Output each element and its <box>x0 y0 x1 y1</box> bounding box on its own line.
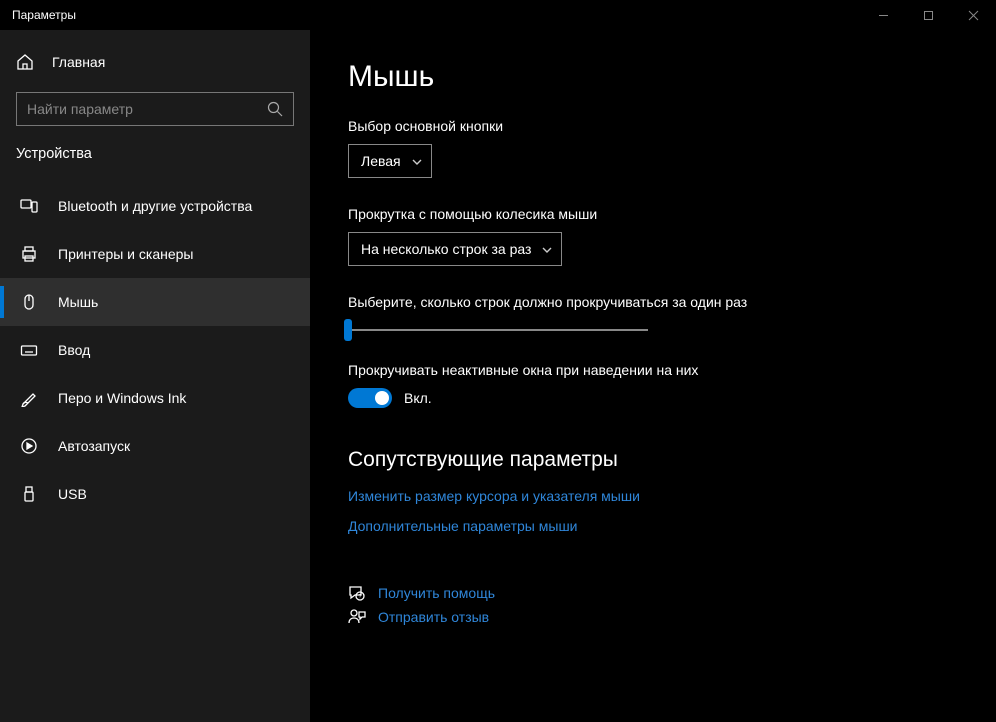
sidebar-item-bluetooth[interactable]: Bluetooth и другие устройства <box>0 182 310 230</box>
slider-track <box>348 329 648 331</box>
search-input[interactable] <box>27 101 267 117</box>
sidebar-item-label: Ввод <box>58 342 90 358</box>
link-additional-mouse[interactable]: Дополнительные параметры мыши <box>348 518 996 534</box>
sidebar-item-mouse[interactable]: Мышь <box>0 278 310 326</box>
title-bar: Параметры <box>0 0 996 30</box>
get-help-label: Получить помощь <box>378 585 495 601</box>
scroll-mode-value: На несколько строк за раз <box>361 241 531 257</box>
keyboard-icon <box>20 341 38 359</box>
toggle-state-label: Вкл. <box>404 390 432 406</box>
sidebar-item-autoplay[interactable]: Автозапуск <box>0 422 310 470</box>
get-help-link[interactable]: ? Получить помощь <box>348 584 996 602</box>
sidebar-item-pen[interactable]: Перо и Windows Ink <box>0 374 310 422</box>
sidebar-item-label: Принтеры и сканеры <box>58 246 193 262</box>
inactive-scroll-toggle[interactable] <box>348 388 392 408</box>
sidebar-item-typing[interactable]: Ввод <box>0 326 310 374</box>
toggle-knob <box>375 391 389 405</box>
primary-button-label: Выбор основной кнопки <box>348 118 996 134</box>
close-button[interactable] <box>951 0 996 30</box>
lines-slider[interactable] <box>348 320 648 340</box>
usb-icon <box>20 485 38 503</box>
sidebar-item-label: Перо и Windows Ink <box>58 390 186 406</box>
sidebar-item-label: Автозапуск <box>58 438 130 454</box>
window-title: Параметры <box>12 8 76 22</box>
sidebar-category: Устройства <box>0 140 310 176</box>
home-icon <box>16 53 34 71</box>
sidebar-home-label: Главная <box>52 54 105 70</box>
lines-label: Выберите, сколько строк должно прокручив… <box>348 294 996 310</box>
feedback-link[interactable]: Отправить отзыв <box>348 608 996 626</box>
primary-button-value: Левая <box>361 153 401 169</box>
minimize-button[interactable] <box>861 0 906 30</box>
sidebar-item-usb[interactable]: USB <box>0 470 310 518</box>
sidebar-item-label: Bluetooth и другие устройства <box>58 198 252 214</box>
search-box[interactable] <box>16 92 294 126</box>
help-icon: ? <box>348 584 366 602</box>
related-heading: Сопутствующие параметры <box>348 448 996 472</box>
link-cursor-size[interactable]: Изменить размер курсора и указателя мыши <box>348 488 996 504</box>
main-content: Мышь Выбор основной кнопки Левая Прокрут… <box>310 30 996 722</box>
window-controls <box>861 0 996 30</box>
maximize-button[interactable] <box>906 0 951 30</box>
page-title: Мышь <box>348 60 996 94</box>
feedback-icon <box>348 608 366 626</box>
chevron-down-icon <box>541 243 553 255</box>
primary-button-select[interactable]: Левая <box>348 144 432 178</box>
sidebar-home[interactable]: Главная <box>0 40 310 84</box>
search-icon <box>267 101 283 117</box>
sidebar-item-label: Мышь <box>58 294 98 310</box>
devices-icon <box>20 197 38 215</box>
sidebar-item-printers[interactable]: Принтеры и сканеры <box>0 230 310 278</box>
printer-icon <box>20 245 38 263</box>
inactive-scroll-label: Прокручивать неактивные окна при наведен… <box>348 362 996 378</box>
scroll-mode-select[interactable]: На несколько строк за раз <box>348 232 562 266</box>
sidebar-item-label: USB <box>58 486 87 502</box>
chevron-down-icon <box>411 155 423 167</box>
feedback-label: Отправить отзыв <box>378 609 489 625</box>
svg-text:?: ? <box>359 594 362 600</box>
mouse-icon <box>20 293 38 311</box>
slider-thumb[interactable] <box>344 319 352 341</box>
autoplay-icon <box>20 437 38 455</box>
pen-icon <box>20 389 38 407</box>
sidebar: Главная Устройства Bluetooth и другие ус… <box>0 30 310 722</box>
scroll-mode-label: Прокрутка с помощью колесика мыши <box>348 206 996 222</box>
